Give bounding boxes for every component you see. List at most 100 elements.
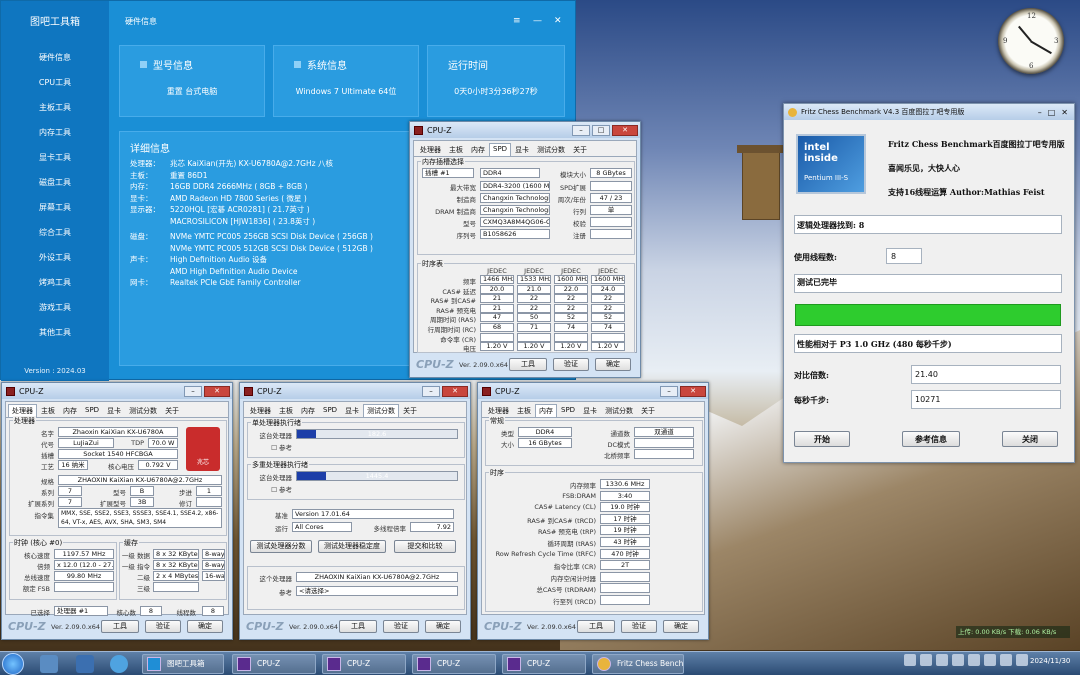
tab[interactable]: 内存 xyxy=(467,143,489,156)
explorer-icon[interactable] xyxy=(40,655,58,673)
menu-icon[interactable]: ≡ xyxy=(513,16,521,26)
minimize-icon[interactable]: — xyxy=(533,16,542,26)
verify-button[interactable]: 验证 xyxy=(553,358,589,371)
reference-info-button[interactable]: 参考信息 xyxy=(902,431,960,447)
nav-item[interactable]: 屏幕工具 xyxy=(1,195,109,220)
verify-button[interactable]: 验证 xyxy=(145,620,181,633)
minimize-button[interactable]: – xyxy=(422,385,440,397)
nav-item[interactable]: 外设工具 xyxy=(1,245,109,270)
bench-cpu-button[interactable]: 测试处理器分数 xyxy=(250,540,312,553)
tab[interactable]: 测试分数 xyxy=(125,404,161,417)
ok-button[interactable]: 确定 xyxy=(663,620,699,633)
tab[interactable]: 显卡 xyxy=(511,143,533,156)
tools-button[interactable]: 工具 xyxy=(577,620,615,633)
ok-button[interactable]: 确定 xyxy=(595,358,631,371)
tab[interactable]: 显卡 xyxy=(341,404,363,417)
reference-select[interactable]: <请选择> xyxy=(296,586,458,596)
tray-icon[interactable] xyxy=(904,654,916,666)
nav-item[interactable]: 主板工具 xyxy=(1,95,109,120)
tab[interactable]: 显卡 xyxy=(103,404,125,417)
stress-cpu-button[interactable]: 测试处理器稳定度 xyxy=(318,540,386,553)
close-button[interactable]: ✕ xyxy=(1061,108,1068,117)
window-titlebar[interactable]: CPU-Z – ✕ xyxy=(240,383,470,399)
tab[interactable]: SPD xyxy=(557,404,579,417)
window-titlebar[interactable]: CPU-Z – ✕ xyxy=(2,383,232,399)
submit-compare-button[interactable]: 提交和比较 xyxy=(394,540,456,553)
nav-item[interactable]: 游戏工具 xyxy=(1,295,109,320)
tab[interactable]: 关于 xyxy=(399,404,421,417)
threads-spinner[interactable]: 8 xyxy=(886,248,922,264)
tab[interactable]: SPD xyxy=(81,404,103,417)
tab[interactable]: 主板 xyxy=(37,404,59,417)
tray-icon[interactable] xyxy=(984,654,996,666)
checkbox-label[interactable]: ☐ 参考 xyxy=(252,442,292,452)
nav-item[interactable]: 综合工具 xyxy=(1,220,109,245)
nav-item[interactable]: 其他工具 xyxy=(1,320,109,345)
taskbar-item[interactable]: Fritz Chess Bench... xyxy=(592,654,684,674)
start-button[interactable] xyxy=(2,653,24,675)
tab[interactable]: 关于 xyxy=(637,404,659,417)
tab[interactable]: 关于 xyxy=(161,404,183,417)
tab[interactable]: 测试分数 xyxy=(601,404,637,417)
tab[interactable]: 内存 xyxy=(297,404,319,417)
minimize-button[interactable]: – xyxy=(572,124,590,136)
tab-active[interactable]: 内存 xyxy=(535,404,557,417)
desktop-clock-gadget[interactable]: 12 3 6 9 xyxy=(998,8,1064,74)
start-button[interactable]: 开始 xyxy=(794,431,850,447)
tab[interactable]: 处理器 xyxy=(416,143,445,156)
window-titlebar[interactable]: Fritz Chess Benchmark V4.3 百度图拉丁吧专用版 – □ ✕ xyxy=(784,104,1074,120)
tab[interactable]: 测试分数 xyxy=(533,143,569,156)
tray-icon[interactable] xyxy=(936,654,948,666)
tab-active[interactable]: SPD xyxy=(489,143,512,156)
taskbar-item[interactable]: CPU-Z xyxy=(502,654,586,674)
tab[interactable]: 处理器 xyxy=(246,404,275,417)
bench-version-select[interactable]: Version 17.01.64 xyxy=(292,509,454,519)
nav-item[interactable]: 烤鸡工具 xyxy=(1,270,109,295)
tab[interactable]: 主板 xyxy=(275,404,297,417)
tray-icon[interactable] xyxy=(968,654,980,666)
ok-button[interactable]: 确定 xyxy=(187,620,223,633)
minimize-button[interactable]: – xyxy=(1038,108,1042,117)
media-player-icon[interactable] xyxy=(76,655,94,673)
tab-active[interactable]: 测试分数 xyxy=(363,404,400,417)
close-button[interactable]: ✕ xyxy=(612,124,638,136)
nav-item[interactable]: 硬件信息 xyxy=(1,45,109,70)
nav-item[interactable]: 内存工具 xyxy=(1,120,109,145)
tab[interactable]: 关于 xyxy=(569,143,591,156)
tools-button[interactable]: 工具 xyxy=(509,358,547,371)
close-button[interactable]: ✕ xyxy=(442,385,468,397)
nav-item[interactable]: CPU工具 xyxy=(1,70,109,95)
tab[interactable]: 主板 xyxy=(445,143,467,156)
window-titlebar[interactable]: CPU-Z – □ ✕ xyxy=(410,122,640,138)
taskbar-item[interactable]: CPU-Z xyxy=(322,654,406,674)
close-icon[interactable]: ✕ xyxy=(554,16,562,26)
maximize-button[interactable]: □ xyxy=(1048,108,1056,117)
taskbar-clock[interactable]: 2024/11/30 xyxy=(1030,657,1070,665)
tab[interactable]: 内存 xyxy=(59,404,81,417)
tray-icon[interactable] xyxy=(920,654,932,666)
taskbar-item[interactable]: CPU-Z xyxy=(232,654,316,674)
close-button[interactable]: ✕ xyxy=(204,385,230,397)
tab[interactable]: SPD xyxy=(319,404,341,417)
nav-item[interactable]: 磁盘工具 xyxy=(1,170,109,195)
tools-button[interactable]: 工具 xyxy=(101,620,139,633)
tray-icon[interactable] xyxy=(1016,654,1028,666)
processor-select[interactable]: 处理器 #1 xyxy=(54,606,108,616)
taskbar-item[interactable]: CPU-Z xyxy=(412,654,496,674)
close-button[interactable]: ✕ xyxy=(680,385,706,397)
nav-item[interactable]: 显卡工具 xyxy=(1,145,109,170)
tab[interactable]: 显卡 xyxy=(579,404,601,417)
tray-icon[interactable] xyxy=(952,654,964,666)
tools-button[interactable]: 工具 xyxy=(339,620,377,633)
tab[interactable]: 主板 xyxy=(513,404,535,417)
ok-button[interactable]: 确定 xyxy=(425,620,461,633)
slot-select[interactable]: 插槽 #1 xyxy=(422,168,474,178)
checkbox-label[interactable]: ☐ 参考 xyxy=(252,484,292,494)
verify-button[interactable]: 验证 xyxy=(383,620,419,633)
maximize-button[interactable]: □ xyxy=(592,124,610,136)
threads-select[interactable]: All Cores xyxy=(292,522,352,532)
tray-icon[interactable] xyxy=(1000,654,1012,666)
minimize-button[interactable]: – xyxy=(184,385,202,397)
close-button[interactable]: 关闭 xyxy=(1002,431,1058,447)
window-titlebar[interactable]: CPU-Z – ✕ xyxy=(478,383,708,399)
